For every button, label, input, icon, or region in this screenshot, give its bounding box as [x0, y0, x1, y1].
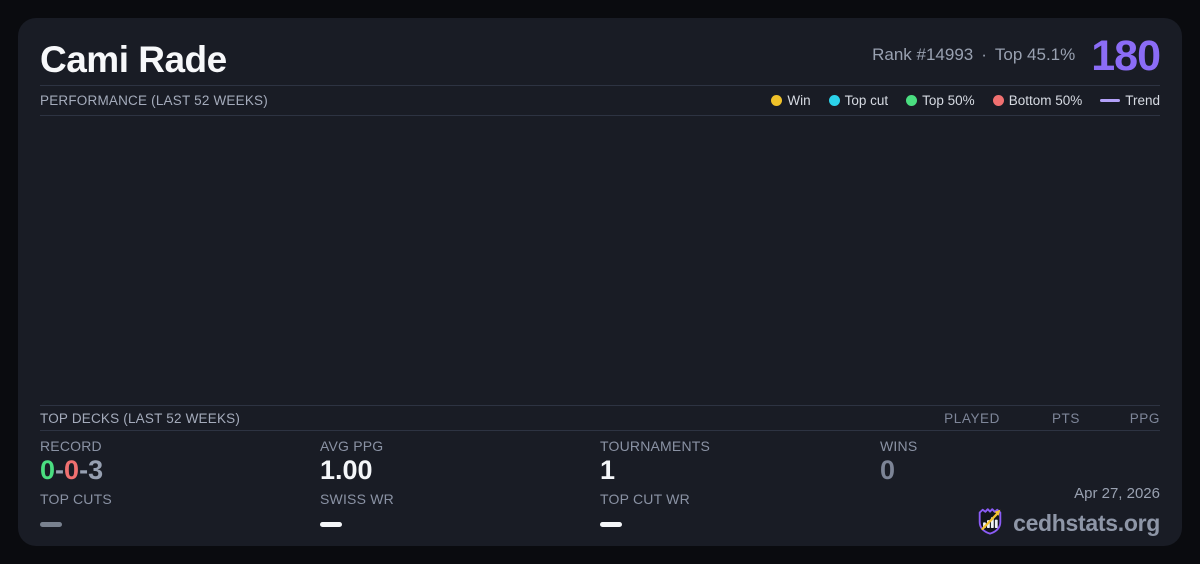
card-footer: Apr 27, 2026 cedhstats.org: [975, 485, 1160, 541]
record-losses: 0: [64, 455, 80, 485]
header-right: Rank #14993 · Top 45.1% 180: [872, 32, 1161, 81]
record-separator: -: [79, 455, 89, 485]
bottom-50-dot-icon: [992, 95, 1004, 106]
win-dot-icon: [771, 95, 783, 106]
rank-separator: ·: [981, 44, 987, 64]
rank-label: Rank #14993: [872, 44, 974, 64]
column-header-pts: PTS: [1051, 410, 1080, 426]
legend-label: Bottom 50%: [1008, 93, 1083, 108]
tournaments-value: 1: [600, 455, 616, 485]
stat-column-record: RECORD 0-0-3 TOP CUTS: [40, 438, 320, 527]
trend-line-icon: [1100, 99, 1121, 102]
top-decks-section-title: TOP DECKS (LAST 52 WEEKS): [40, 410, 241, 426]
player-rating: 180: [1091, 32, 1161, 81]
player-name: Cami Rade: [40, 38, 227, 80]
legend-item-win: Win: [771, 93, 811, 108]
legend-label: Trend: [1125, 93, 1160, 108]
swiss-wr-empty-dash: [320, 522, 342, 527]
record-wins: 0: [40, 455, 56, 485]
performance-chart: [40, 116, 1160, 406]
legend-item-bottom-50: Bottom 50%: [992, 93, 1083, 108]
brand-name: cedhstats.org: [1013, 510, 1160, 536]
cedhstats-shield-logo-icon: [975, 506, 1005, 541]
column-header-played: PLAYED: [944, 410, 1000, 426]
performance-section-title: PERFORMANCE (LAST 52 WEEKS): [40, 93, 268, 108]
player-stats-card: Cami Rade Rank #14993 · Top 45.1% 180 PE…: [18, 18, 1182, 546]
card-date: Apr 27, 2026: [1074, 485, 1160, 502]
legend-label: Win: [787, 93, 811, 108]
top-cuts-label: TOP CUTS: [40, 491, 112, 507]
top-cut-wr-label: TOP CUT WR: [600, 491, 690, 507]
top-50-dot-icon: [906, 95, 918, 106]
column-header-ppg: PPG: [1129, 410, 1160, 426]
chart-legend: Win Top cut Top 50% Bottom 50% Trend: [771, 93, 1160, 108]
top-cut-dot-icon: [828, 95, 840, 106]
legend-item-top-50: Top 50%: [906, 93, 975, 108]
legend-item-trend: Trend: [1100, 93, 1160, 108]
top-cuts-empty-dash: [40, 522, 62, 527]
record-draws: 3: [88, 455, 104, 485]
top-decks-column-headers: PLAYED PTS PPG: [920, 411, 1160, 426]
record-value: 0-0-3: [40, 456, 320, 485]
rank-line: Rank #14993 · Top 45.1%: [872, 45, 1075, 65]
brand-row: cedhstats.org: [975, 506, 1160, 541]
swiss-wr-label: SWISS WR: [320, 491, 394, 507]
top-cut-wr-empty-dash: [600, 522, 622, 527]
record-label: RECORD: [40, 438, 102, 454]
top-percent-label: Top 45.1%: [994, 44, 1076, 64]
card-header: Cami Rade Rank #14993 · Top 45.1% 180: [40, 18, 1161, 86]
avg-ppg-label: AVG PPG: [320, 438, 384, 454]
avg-ppg-value: 1.00: [320, 455, 373, 485]
record-separator: -: [55, 455, 65, 485]
stat-column-avg-ppg: AVG PPG 1.00 SWISS WR: [320, 438, 600, 527]
top-decks-section-header: TOP DECKS (LAST 52 WEEKS) PLAYED PTS PPG: [40, 406, 1160, 431]
tournaments-label: TOURNAMENTS: [600, 438, 711, 454]
performance-section-header: PERFORMANCE (LAST 52 WEEKS) Win Top cut …: [40, 86, 1160, 116]
stat-column-tournaments: TOURNAMENTS 1 TOP CUT WR: [600, 438, 880, 527]
legend-item-top-cut: Top cut: [828, 93, 889, 108]
legend-label: Top cut: [844, 93, 889, 108]
legend-label: Top 50%: [922, 93, 975, 108]
wins-label: WINS: [880, 438, 918, 454]
wins-value: 0: [880, 455, 896, 485]
